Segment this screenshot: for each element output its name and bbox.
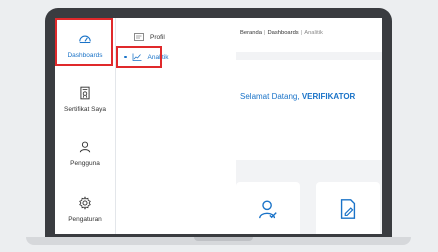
welcome-prefix: Selamat Datang,	[240, 92, 300, 101]
document-edit-icon	[340, 199, 356, 219]
sidebar-item-pengaturan[interactable]: Pengaturan	[55, 184, 115, 234]
user-verify-card[interactable]	[236, 182, 300, 234]
main-content: Beranda | Dashboards | Analitik Selamat Data…	[236, 18, 382, 234]
submenu-panel: Profil Analitik	[116, 18, 236, 234]
breadcrumb: Beranda | Dashboards | Analitik	[240, 30, 323, 36]
submenu-item-profil[interactable]: Profil	[134, 30, 165, 44]
sidebar-item-label: Pengguna	[70, 159, 100, 167]
sidebar-item-label: Pengaturan	[68, 215, 102, 223]
laptop-frame: Dashboards Sertifikat Saya Pengguna Peng…	[45, 8, 392, 240]
analitik-highlight	[116, 46, 162, 68]
certificate-icon	[80, 86, 90, 99]
document-card[interactable]	[316, 182, 380, 234]
gear-icon	[79, 195, 91, 210]
breadcrumb-beranda[interactable]: Beranda	[240, 30, 262, 36]
breadcrumb-dashboards[interactable]: Dashboards	[267, 30, 298, 36]
sidebar-item-sertifikat-saya[interactable]: Sertifikat Saya	[55, 74, 115, 124]
laptop-notch	[194, 237, 253, 241]
id-card-icon	[134, 33, 144, 41]
sidebar: Dashboards Sertifikat Saya Pengguna Peng…	[55, 18, 116, 234]
app-screen: Dashboards Sertifikat Saya Pengguna Peng…	[55, 18, 382, 234]
breadcrumb-analitik: Analitik	[304, 30, 323, 36]
dashboards-highlight	[55, 18, 113, 66]
welcome-text: Selamat Datang, VERIFIKATOR	[240, 92, 355, 101]
sidebar-item-label: Sertifikat Saya	[64, 105, 106, 113]
user-check-icon	[259, 200, 277, 219]
welcome-card: Selamat Datang, VERIFIKATOR	[236, 60, 382, 160]
user-icon	[79, 141, 91, 152]
topbar: Beranda | Dashboards | Analitik	[236, 18, 382, 52]
sidebar-item-pengguna[interactable]: Pengguna	[55, 128, 115, 178]
welcome-name: VERIFIKATOR	[301, 92, 356, 101]
submenu-item-label: Profil	[150, 33, 165, 41]
